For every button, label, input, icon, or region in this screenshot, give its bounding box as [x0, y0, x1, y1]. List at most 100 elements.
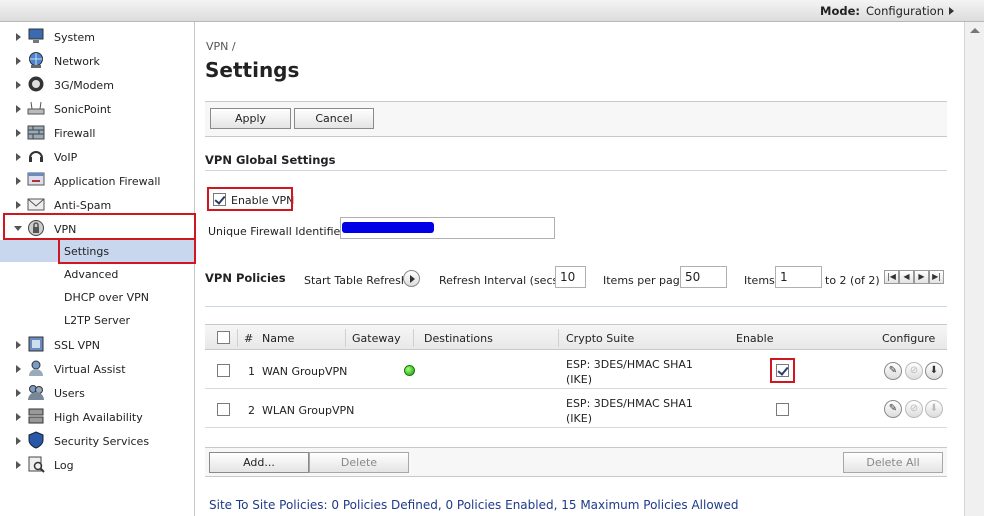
sidebar-subitem-dhcp-over-vpn[interactable]: DHCP over VPN [0, 286, 195, 308]
prev-page-icon[interactable]: ◀ [899, 270, 914, 284]
sidebar-subitem-label: DHCP over VPN [64, 291, 149, 304]
column-header-gateway[interactable]: Gateway [352, 332, 401, 345]
sidebar-item-label: Firewall [54, 127, 96, 140]
gateway-status-icon [404, 365, 415, 376]
expand-icon[interactable] [16, 105, 21, 113]
row-select-checkbox[interactable] [217, 403, 230, 416]
column-header-crypto-suite[interactable]: Crypto Suite [566, 332, 634, 345]
sidebar-item-label: Log [54, 459, 74, 472]
column-header-configure: Configure [882, 332, 936, 345]
last-page-icon[interactable]: ▶| [929, 270, 944, 284]
users-icon [28, 385, 44, 400]
items-per-page-input[interactable]: 50 [680, 266, 727, 288]
start-refresh-icon[interactable] [403, 270, 420, 287]
expand-icon[interactable] [16, 413, 21, 421]
divider [205, 170, 947, 171]
sidebar-item-system[interactable]: System [0, 26, 195, 48]
highlight-box-settings [58, 238, 196, 264]
mode-selector[interactable]: Mode: Configuration [820, 4, 954, 18]
highlight-box-vpn [3, 213, 196, 240]
sidebar-item-high-availability[interactable]: High Availability [0, 406, 195, 428]
section-title-vpn-policies: VPN Policies [205, 271, 286, 285]
column-header-destinations[interactable]: Destinations [424, 332, 493, 345]
add-button[interactable]: Add... [209, 452, 309, 473]
column-divider [237, 329, 238, 347]
envelope-icon [27, 198, 45, 211]
items-label: Items [744, 274, 775, 287]
expand-icon[interactable] [16, 177, 21, 185]
refresh-interval-input[interactable]: 10 [555, 266, 586, 288]
uid-label: Unique Firewall Identifier: [208, 225, 349, 238]
sidebar-item-label: Virtual Assist [54, 363, 126, 376]
first-page-icon[interactable]: |◀ [884, 270, 899, 284]
export-icon[interactable]: ⬇ [925, 362, 943, 380]
expand-icon[interactable] [16, 365, 21, 373]
items-start-input[interactable]: 1 [775, 266, 822, 288]
access-point-icon [27, 101, 45, 115]
breadcrumb: VPN / [206, 40, 236, 53]
sidebar-subitem-advanced[interactable]: Advanced [0, 263, 195, 285]
chevron-right-icon [949, 7, 954, 15]
sidebar-item-log[interactable]: Log [0, 454, 195, 476]
select-all-checkbox[interactable] [217, 331, 230, 344]
headset-icon [29, 151, 43, 162]
scroll-up-icon[interactable] [970, 28, 980, 33]
sidebar-item-security-services[interactable]: Security Services [0, 430, 195, 452]
cancel-button[interactable]: Cancel [294, 108, 374, 129]
sidebar-item-label: High Availability [54, 411, 143, 424]
sidebar-item-label: Users [54, 387, 85, 400]
expand-icon[interactable] [16, 437, 21, 445]
table-row[interactable]: 1 WAN GroupVPN ESP: 3DES/HMAC SHA1 (IKE)… [205, 351, 947, 389]
row-crypto-suite: ESP: 3DES/HMAC SHA1 [566, 397, 693, 410]
sidebar-item-virtual-assist[interactable]: Virtual Assist [0, 358, 195, 380]
virtual-assist-icon [29, 360, 43, 376]
sidebar-item-users[interactable]: Users [0, 382, 195, 404]
next-page-icon[interactable]: ▶ [914, 270, 929, 284]
sidebar-item-label: SonicPoint [54, 103, 112, 116]
edit-icon[interactable]: ✎ [884, 362, 902, 380]
row-name: WAN GroupVPN [262, 365, 348, 378]
row-select-checkbox[interactable] [217, 364, 230, 377]
sidebar-subitem-label: L2TP Server [64, 314, 131, 327]
sidebar-item-ssl-vpn[interactable]: SSL VPN [0, 334, 195, 356]
column-header-number[interactable]: # [244, 332, 253, 345]
globe-icon [29, 52, 43, 68]
sidebar-item-label: Application Firewall [54, 175, 161, 188]
column-header-name[interactable]: Name [262, 332, 294, 345]
shield-icon [28, 431, 44, 449]
table-row[interactable]: 2 WLAN GroupVPN ESP: 3DES/HMAC SHA1 (IKE… [205, 390, 947, 428]
expand-icon[interactable] [16, 389, 21, 397]
expand-icon[interactable] [16, 201, 21, 209]
edit-icon[interactable]: ✎ [884, 400, 902, 418]
sidebar-item-3g-modem[interactable]: 3G/Modem [0, 74, 195, 96]
expand-icon[interactable] [16, 129, 21, 137]
expand-icon[interactable] [16, 153, 21, 161]
server-icon [28, 408, 44, 424]
apply-button[interactable]: Apply [210, 108, 291, 129]
sidebar-item-voip[interactable]: VoIP [0, 146, 195, 168]
expand-icon[interactable] [16, 33, 21, 41]
vertical-scrollbar[interactable] [964, 22, 984, 516]
sidebar-item-label: Anti-Spam [54, 199, 112, 212]
table-header: # Name Gateway Destinations Crypto Suite… [205, 324, 947, 350]
divider [205, 306, 947, 307]
delete-disabled-icon: ⊘ [905, 362, 923, 380]
monitor-icon [28, 28, 44, 43]
sidebar-subitem-l2tp-server[interactable]: L2TP Server [0, 309, 195, 331]
column-header-enable[interactable]: Enable [736, 332, 773, 345]
sidebar-item-network[interactable]: Network [0, 50, 195, 72]
row-enable-checkbox[interactable] [776, 403, 789, 416]
items-range-label: to 2 (of 2) [825, 274, 880, 287]
sidebar-item-application-firewall[interactable]: Application Firewall [0, 170, 195, 192]
row-number: 1 [248, 365, 255, 378]
sidebar-item-label: SSL VPN [54, 339, 100, 352]
expand-icon[interactable] [16, 341, 21, 349]
expand-icon[interactable] [16, 57, 21, 65]
items-per-page-label: Items per page [603, 274, 687, 287]
sidebar-item-sonicpoint[interactable]: SonicPoint [0, 98, 195, 120]
row-name: WLAN GroupVPN [262, 404, 355, 417]
expand-icon[interactable] [16, 81, 21, 89]
sidebar-item-firewall[interactable]: Firewall [0, 122, 195, 144]
top-bar: Mode: Configuration [0, 0, 984, 22]
expand-icon[interactable] [16, 461, 21, 469]
